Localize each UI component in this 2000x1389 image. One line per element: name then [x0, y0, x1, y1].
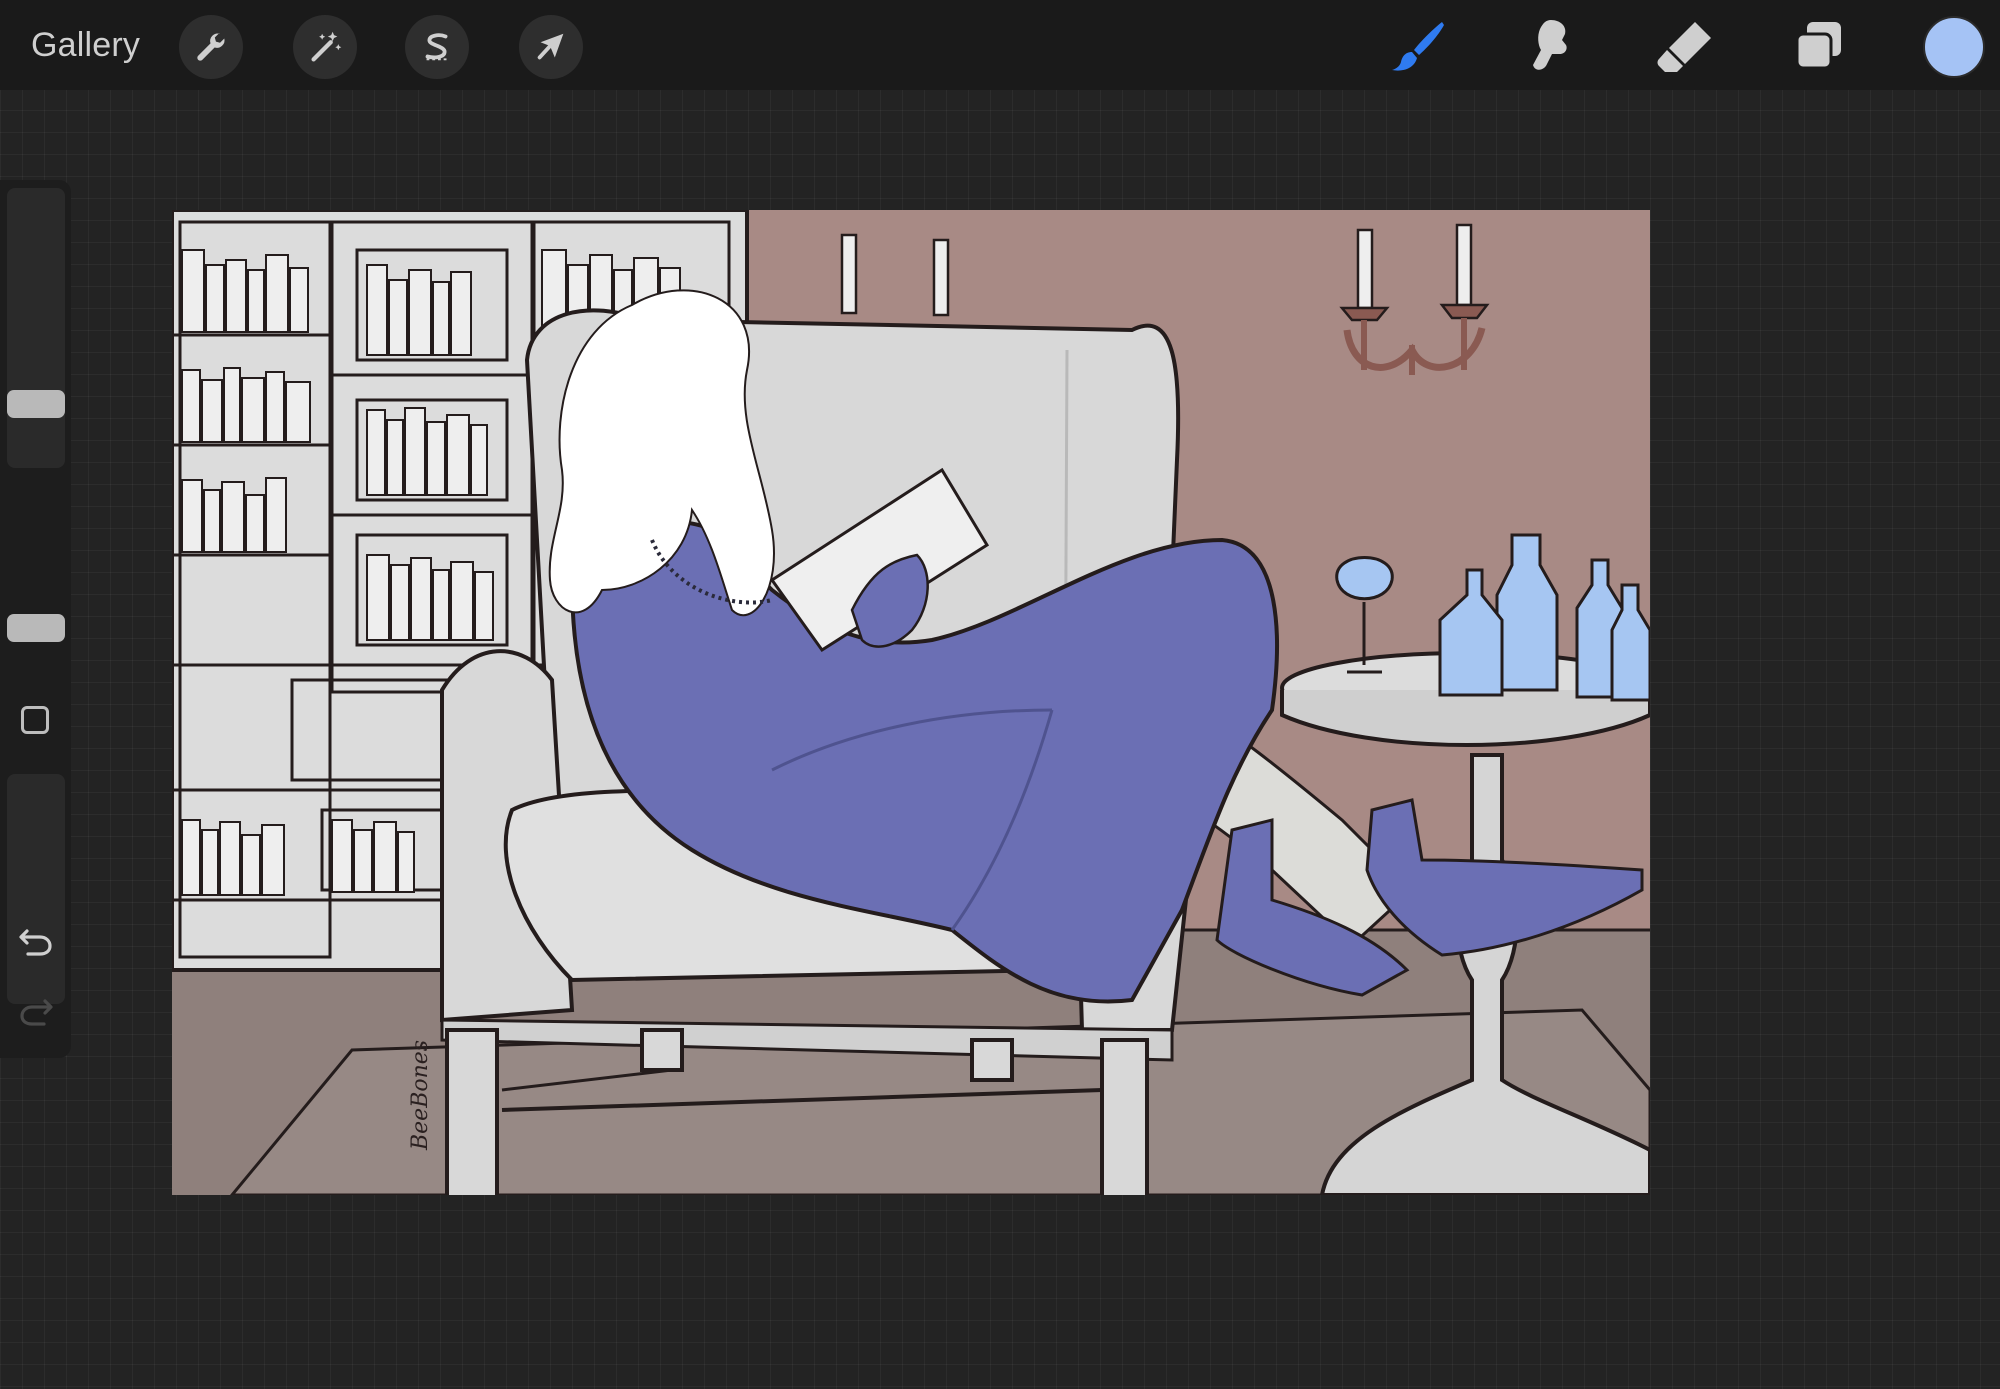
selection-button[interactable]	[405, 15, 469, 79]
top-toolbar: Gallery	[0, 0, 2000, 90]
layers-button[interactable]	[1786, 13, 1852, 79]
smudge-tool-button[interactable]	[1518, 13, 1584, 79]
opacity-thumb[interactable]	[7, 614, 65, 642]
undo-icon	[19, 929, 52, 956]
layers-icon	[1795, 22, 1841, 70]
artwork	[172, 210, 1650, 1195]
paint-tool-button[interactable]	[1385, 13, 1451, 79]
eraser-icon	[1657, 22, 1711, 72]
color-picker-button[interactable]	[1923, 16, 1985, 78]
brush-icon	[1392, 22, 1444, 71]
eraser-tool-button[interactable]	[1652, 13, 1718, 79]
transform-button[interactable]	[519, 15, 583, 79]
gallery-button[interactable]: Gallery	[31, 22, 140, 68]
smudge-icon	[1533, 20, 1567, 70]
selection-s-icon	[425, 33, 448, 61]
adjustments-button[interactable]	[293, 15, 357, 79]
redo-button[interactable]	[14, 992, 58, 1032]
brush-size-slider[interactable]	[7, 188, 65, 468]
square-modifier-icon[interactable]	[21, 706, 49, 734]
actions-button[interactable]	[179, 15, 243, 79]
artist-signature: BeeBones	[408, 1039, 433, 1150]
brush-size-thumb[interactable]	[7, 390, 65, 418]
left-sidebar	[0, 180, 71, 1058]
magic-wand-icon	[311, 31, 342, 62]
wrench-icon	[197, 33, 225, 61]
undo-button[interactable]	[14, 922, 58, 962]
arrow-cursor-icon	[537, 33, 564, 60]
redo-icon	[20, 999, 53, 1026]
opacity-slider[interactable]	[7, 774, 65, 1004]
drawing-canvas[interactable]	[172, 210, 1650, 1195]
